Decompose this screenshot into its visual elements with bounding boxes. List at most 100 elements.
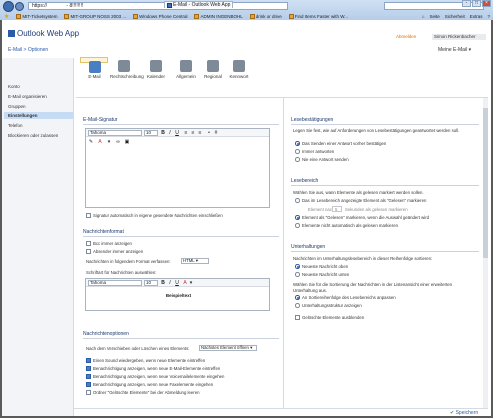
- highlight-icon[interactable]: ✎: [88, 139, 94, 145]
- globe-icon: [207, 60, 219, 72]
- from-checkbox[interactable]: [86, 249, 91, 254]
- favorite-link[interactable]: drink or drive: [248, 13, 284, 20]
- underline-button[interactable]: U: [174, 130, 180, 136]
- mark-read-never-radio[interactable]: [295, 223, 300, 228]
- minimize-button[interactable]: -: [462, 0, 471, 7]
- bullet-list-icon[interactable]: •: [206, 130, 212, 136]
- favorite-label: MIT-Ticketsystem: [22, 13, 58, 19]
- empty-deleted-checkbox[interactable]: [86, 390, 91, 395]
- favorite-link[interactable]: Windows Phone Central: [131, 13, 189, 20]
- mark-read-change-radio[interactable]: [295, 215, 300, 220]
- help-icon[interactable]: ?: [487, 14, 490, 19]
- breadcrumb[interactable]: E-Mail > Optionen: [8, 47, 48, 53]
- tab-calendar[interactable]: Kalender: [142, 57, 170, 93]
- tab-password[interactable]: Kennwort: [225, 57, 253, 93]
- page-menu[interactable]: Seite: [429, 14, 439, 19]
- sign-out-link[interactable]: Abmelden: [396, 34, 416, 39]
- save-button[interactable]: ✔ Speichern: [450, 410, 478, 416]
- sidebar-item-gruppen[interactable]: Gruppen: [8, 104, 26, 109]
- numbered-list-icon[interactable]: #: [213, 130, 219, 136]
- sidebar-item-konto[interactable]: Konto: [8, 84, 20, 89]
- address-bar[interactable]: https:// - 8!!!!!!!!: [28, 2, 288, 10]
- default-font-select[interactable]: Tahoma: [88, 280, 142, 286]
- receipt-confirm-radio[interactable]: [295, 141, 300, 146]
- chevron-down-icon[interactable]: ▾: [188, 280, 194, 286]
- tools-menu[interactable]: Extras: [470, 14, 483, 19]
- sidebar-item-blockieren[interactable]: Blockieren oder zulassen: [8, 133, 58, 138]
- conversations-intro: Nachrichten im Unterhaltungslesebereich …: [293, 256, 433, 261]
- italic-button[interactable]: I: [167, 280, 173, 286]
- close-button[interactable]: ×: [482, 0, 491, 7]
- divider: [83, 338, 279, 339]
- tab-label: Allgemein: [176, 74, 196, 79]
- font-color-icon[interactable]: A: [97, 139, 103, 145]
- sound-checkbox[interactable]: [86, 358, 91, 363]
- favorite-link[interactable]: MIT-GROUP NOSS 2003 ...: [62, 13, 128, 20]
- newest-top-radio[interactable]: [295, 264, 300, 269]
- underline-button[interactable]: U: [174, 280, 180, 286]
- tab-label: E-Mail: [88, 74, 101, 79]
- bold-button[interactable]: B: [160, 280, 166, 286]
- safety-menu[interactable]: Sicherheit: [445, 14, 465, 19]
- compose-format-label: Nachrichten in folgendem Format verfasse…: [86, 259, 171, 264]
- hide-deleted-checkbox[interactable]: [295, 315, 300, 320]
- default-size-select[interactable]: 10: [144, 280, 158, 286]
- receipt-never-radio[interactable]: [295, 157, 300, 162]
- favorite-label: Find Items Faster with W...: [294, 13, 348, 19]
- favorite-link[interactable]: MIT-Ticketsystem: [14, 13, 59, 20]
- sidebar-item-telefon[interactable]: Telefon: [8, 123, 23, 128]
- fax-notify-checkbox[interactable]: [86, 382, 91, 387]
- favorite-icon: [194, 13, 200, 19]
- wait-seconds-value: 5: [335, 207, 338, 212]
- newest-bottom-radio[interactable]: [295, 272, 300, 277]
- link-icon[interactable]: ∞: [115, 139, 121, 145]
- mail-notify-checkbox[interactable]: [86, 366, 91, 371]
- general-icon: [180, 60, 192, 72]
- favorite-link[interactable]: ADMIN INGENBOHL: [192, 13, 244, 20]
- tab-spelling[interactable]: Rechtschreibung: [110, 57, 144, 93]
- receipt-always-radio[interactable]: [295, 149, 300, 154]
- auto-signature-checkbox[interactable]: [86, 213, 91, 218]
- align-right-icon[interactable]: ≡: [197, 130, 203, 136]
- mark-read-pane-radio[interactable]: [295, 198, 300, 203]
- signature-heading: E-Mail-Signatur: [83, 117, 118, 123]
- browser-tab-active[interactable]: E-Mail - Outlook Web App: [164, 1, 234, 8]
- sample-text: Beispieltext: [165, 293, 192, 298]
- tab-regional[interactable]: Regional: [199, 57, 227, 93]
- signature-editor[interactable]: Tahoma 10 B I U ≡ ≡ ≡ • # ✎ A ▾ ∞ ▣: [85, 128, 270, 208]
- tab-general[interactable]: Allgemein: [172, 57, 200, 93]
- bcc-checkbox[interactable]: [86, 241, 91, 246]
- back-button[interactable]: [3, 1, 14, 12]
- forward-button[interactable]: [15, 2, 24, 11]
- show-tree-radio[interactable]: [295, 303, 300, 308]
- signature-font-select[interactable]: Tahoma: [88, 130, 142, 136]
- bold-button[interactable]: B: [160, 130, 166, 136]
- empty-deleted-label: Ordner "Gelöschte Elemente" bei der Abme…: [93, 390, 200, 395]
- align-left-icon[interactable]: ≡: [183, 130, 189, 136]
- match-pane-label: An Sortiereihenfolge des Lesebereichs an…: [302, 295, 396, 300]
- align-center-icon[interactable]: ≡: [190, 130, 196, 136]
- wait-seconds-input[interactable]: 5: [332, 206, 342, 212]
- signature-size-select[interactable]: 10: [144, 130, 158, 136]
- options-sidebar: Konto E-Mail organisieren Gruppen Einste…: [2, 58, 74, 416]
- italic-button[interactable]: I: [167, 130, 173, 136]
- sidebar-item-email-organisieren[interactable]: E-Mail organisieren: [8, 94, 47, 99]
- sidebar-item-einstellungen[interactable]: Einstellungen: [8, 113, 38, 118]
- match-pane-radio[interactable]: [295, 295, 300, 300]
- home-icon[interactable]: ⌂: [422, 14, 425, 19]
- my-mail-link[interactable]: Meine E-Mail ▾: [438, 47, 471, 53]
- tab-label: Kennwort: [229, 74, 249, 79]
- scrollbar-thumb[interactable]: [483, 108, 488, 258]
- compose-format-select[interactable]: HTML ▾: [181, 258, 209, 264]
- message-options-heading: Nachrichtenoptionen: [83, 331, 129, 337]
- fax-notify-label: Benachrichtigung anzeigen, wenn neue Fax…: [93, 382, 214, 387]
- voicemail-notify-checkbox[interactable]: [86, 374, 91, 379]
- favorites-star-icon[interactable]: ★: [2, 13, 11, 20]
- maximize-button[interactable]: □: [472, 0, 481, 7]
- image-icon[interactable]: ▣: [124, 139, 130, 145]
- owa-page: Outlook Web App Abmelden Simon Rickenbac…: [2, 20, 491, 416]
- chevron-down-icon[interactable]: ▾: [106, 139, 112, 145]
- tab-email[interactable]: E-Mail: [80, 57, 108, 79]
- after-move-select[interactable]: Nächstes Element öffnen ▾: [199, 345, 257, 351]
- favorite-link[interactable]: Find Items Faster with W...: [287, 13, 350, 20]
